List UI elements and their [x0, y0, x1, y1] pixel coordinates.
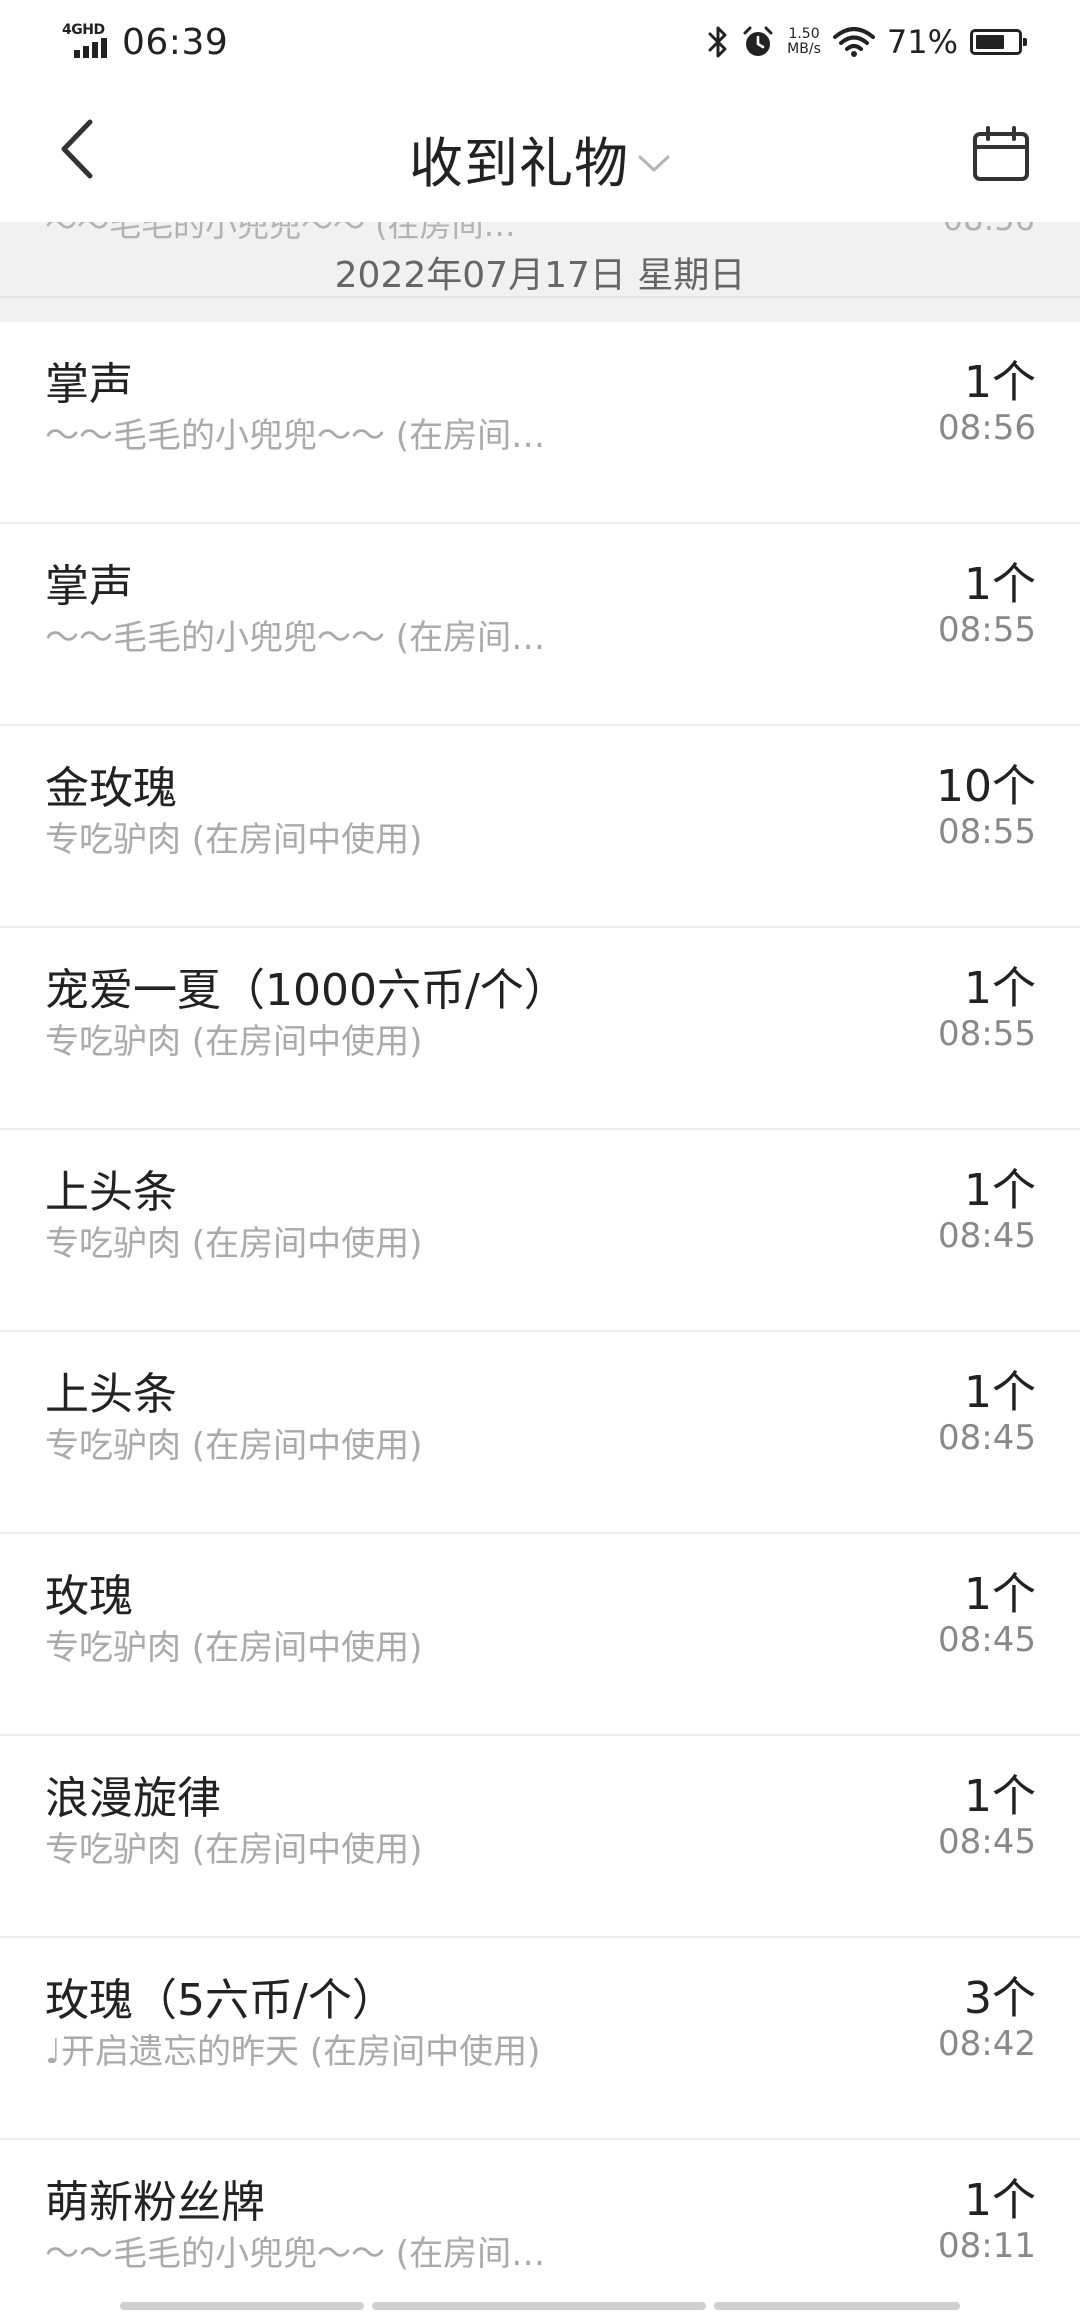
gift-row[interactable]: 掌声 ～～毛毛的小兜兜～～ (在房间… 1个 08:55	[0, 524, 1080, 726]
net-speed-unit: MB/s	[787, 41, 821, 57]
title-dropdown[interactable]: 收到礼物	[0, 119, 1080, 198]
gift-time: 08:45	[938, 1216, 1036, 1256]
gift-count: 1个	[964, 963, 1036, 1014]
gift-sender: 专吃驴肉 (在房间中使用)	[45, 1426, 423, 1466]
peek-time: 08:56	[943, 222, 1035, 238]
gift-sender: 专吃驴肉 (在房间中使用)	[45, 1224, 423, 1264]
gift-name: 玫瑰（5六币/个）	[45, 1975, 396, 2026]
gift-name: 浪漫旋律	[45, 1773, 221, 1824]
calendar-button[interactable]	[966, 122, 1036, 186]
page-title: 收到礼物	[409, 132, 629, 195]
gift-name: 上头条	[45, 1167, 177, 1218]
gift-history[interactable]: ～～毛毛的小兜兜～～ (在房间… 08:56 2022年07月17日 星期日 掌…	[0, 222, 1080, 2316]
gift-time: 08:42	[938, 2024, 1036, 2064]
gift-name: 掌声	[45, 561, 133, 612]
battery-fill	[976, 35, 1004, 49]
gift-row[interactable]: 玫瑰（5六币/个） ♩开启遗忘的昨天 (在房间中使用) 3个 08:42	[0, 1938, 1080, 2140]
peek-sender: ～～毛毛的小兜兜～～ (在房间…	[45, 222, 516, 244]
net-speed: 1.50 MB/s	[787, 27, 821, 57]
gift-row[interactable]: 萌新粉丝牌 ～～毛毛的小兜兜～～ (在房间… 1个 08:11	[0, 2140, 1080, 2316]
status-time: 06:39	[122, 21, 229, 63]
network-type: 4GHD	[62, 22, 105, 38]
gift-row[interactable]: 宠爱一夏（1000六币/个） 专吃驴肉 (在房间中使用) 1个 08:55	[0, 928, 1080, 1130]
date-section-header: ～～毛毛的小兜兜～～ (在房间… 08:56 2022年07月17日 星期日	[0, 222, 1080, 322]
gift-time: 08:45	[938, 1418, 1036, 1458]
gift-sender: ♩开启遗忘的昨天 (在房间中使用)	[45, 2032, 541, 2072]
gift-count: 1个	[964, 559, 1036, 610]
horizontal-scrollbar[interactable]	[120, 2302, 960, 2310]
gift-time: 08:56	[938, 408, 1036, 448]
gift-time: 08:55	[938, 812, 1036, 852]
gift-count: 1个	[964, 1771, 1036, 1822]
gift-time: 08:55	[938, 1014, 1036, 1054]
gift-list: 掌声 ～～毛毛的小兜兜～～ (在房间… 1个 08:56 掌声 ～～毛毛的小兜兜…	[0, 322, 1080, 2316]
gift-sender: ～～毛毛的小兜兜～～ (在房间…	[45, 618, 546, 658]
status-bar: 4GHD 06:39 1.50 MB/s 71%	[0, 0, 1080, 84]
gift-count: 1个	[964, 1165, 1036, 1216]
section-date: 2022年07月17日 星期日	[334, 255, 746, 296]
gift-row[interactable]: 上头条 专吃驴肉 (在房间中使用) 1个 08:45	[0, 1130, 1080, 1332]
gift-name: 宠爱一夏（1000六币/个）	[45, 965, 568, 1016]
gift-name: 萌新粉丝牌	[45, 2177, 265, 2228]
battery-icon	[970, 29, 1027, 55]
status-right: 1.50 MB/s 71%	[707, 18, 1027, 66]
gift-name: 掌声	[45, 359, 133, 410]
wifi-icon	[832, 27, 875, 57]
battery-percent: 71%	[886, 23, 958, 61]
gift-time: 08:45	[938, 1822, 1036, 1862]
gift-time: 08:55	[938, 610, 1036, 650]
scrollbar-segment	[120, 2302, 364, 2310]
gift-row[interactable]: 金玫瑰 专吃驴肉 (在房间中使用) 10个 08:55	[0, 726, 1080, 928]
net-speed-value: 1.50	[788, 26, 820, 42]
gift-time: 08:45	[938, 1620, 1036, 1660]
status-left: 4GHD 06:39	[62, 18, 228, 66]
gift-row[interactable]: 上头条 专吃驴肉 (在房间中使用) 1个 08:45	[0, 1332, 1080, 1534]
gift-time: 08:11	[938, 2226, 1036, 2266]
alarm-icon	[741, 25, 775, 59]
gift-sender: ～～毛毛的小兜兜～～ (在房间…	[45, 2234, 546, 2274]
gift-sender: ～～毛毛的小兜兜～～ (在房间…	[45, 416, 546, 456]
gift-row[interactable]: 浪漫旋律 专吃驴肉 (在房间中使用) 1个 08:45	[0, 1736, 1080, 1938]
gift-count: 1个	[964, 1367, 1036, 1418]
gift-row[interactable]: 掌声 ～～毛毛的小兜兜～～ (在房间… 1个 08:56	[0, 322, 1080, 524]
gift-name: 金玫瑰	[45, 763, 177, 814]
gift-sender: 专吃驴肉 (在房间中使用)	[45, 1830, 423, 1870]
gift-sender: 专吃驴肉 (在房间中使用)	[45, 820, 423, 860]
gift-name: 上头条	[45, 1369, 177, 1420]
gift-count: 1个	[964, 357, 1036, 408]
gift-sender: 专吃驴肉 (在房间中使用)	[45, 1628, 423, 1668]
gift-row[interactable]: 玫瑰 专吃驴肉 (在房间中使用) 1个 08:45	[0, 1534, 1080, 1736]
nav-bar: 收到礼物	[0, 84, 1080, 222]
scrollbar-segment	[372, 2302, 706, 2310]
chevron-down-icon	[637, 154, 671, 174]
signal-icon: 4GHD	[62, 22, 114, 62]
gift-sender: 专吃驴肉 (在房间中使用)	[45, 1022, 423, 1062]
gift-name: 玫瑰	[45, 1571, 133, 1622]
gift-count: 3个	[964, 1973, 1036, 2024]
bluetooth-icon	[707, 25, 729, 59]
gift-count: 1个	[964, 2175, 1036, 2226]
gift-count: 10个	[936, 761, 1036, 812]
calendar-icon	[973, 126, 1029, 181]
gift-count: 1个	[964, 1569, 1036, 1620]
scrollbar-segment	[714, 2302, 960, 2310]
